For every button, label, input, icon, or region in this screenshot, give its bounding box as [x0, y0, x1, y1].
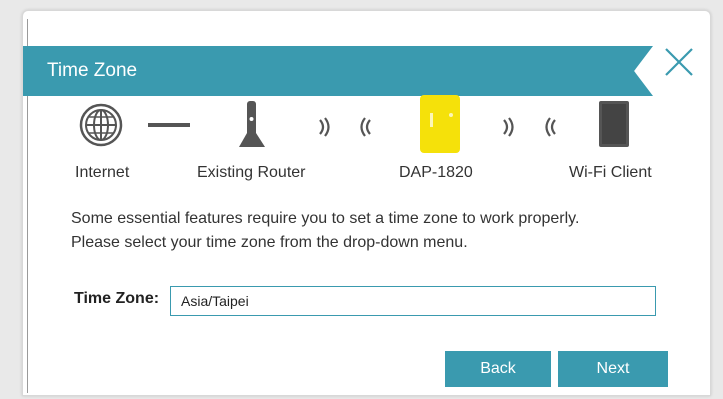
description-text: Some essential features require you to s…: [71, 207, 579, 255]
topology-label-client: Wi-Fi Client: [569, 164, 652, 181]
router-icon: [239, 101, 265, 147]
topology-label-device: DAP-1820: [399, 164, 473, 181]
wifi-signal-icon: [319, 117, 330, 137]
wifi-signal-icon: [360, 117, 371, 137]
dialog-header: Time Zone: [23, 46, 653, 96]
dialog-title: Time Zone: [47, 60, 138, 81]
extender-device-icon: [420, 95, 460, 153]
description-line: Some essential features require you to s…: [71, 210, 580, 227]
wifi-signal-icon: [503, 117, 514, 137]
tablet-icon: [599, 101, 629, 147]
wifi-signal-icon: [545, 117, 556, 137]
time-zone-dialog: Time Zone Internet Existing Router DAP-1…: [22, 10, 711, 396]
back-button[interactable]: Back: [445, 351, 551, 387]
wired-connection-line: [148, 123, 190, 127]
time-zone-label: Time Zone:: [74, 290, 160, 307]
topology-label-internet: Internet: [75, 164, 130, 181]
next-button[interactable]: Next: [558, 351, 668, 387]
topology-label-router: Existing Router: [197, 164, 306, 181]
globe-icon: [79, 103, 123, 147]
close-icon[interactable]: [661, 44, 697, 80]
time-zone-select[interactable]: [170, 286, 656, 316]
description-line: Please select your time zone from the dr…: [71, 234, 468, 251]
